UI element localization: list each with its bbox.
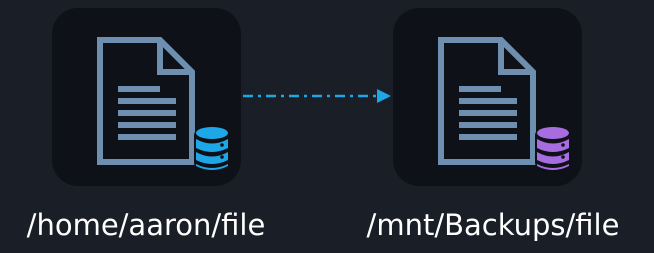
destination-file-tile[interactable] <box>393 8 582 186</box>
destination-path-label: /mnt/Backups/file <box>366 208 620 242</box>
database-icon <box>535 126 571 172</box>
document-icon <box>438 37 536 165</box>
copy-direction-arrow <box>243 89 391 103</box>
database-icon <box>194 126 230 172</box>
document-icon <box>97 37 195 165</box>
source-path-label: /home/aaron/file <box>26 208 266 242</box>
source-file-tile[interactable] <box>52 8 241 186</box>
